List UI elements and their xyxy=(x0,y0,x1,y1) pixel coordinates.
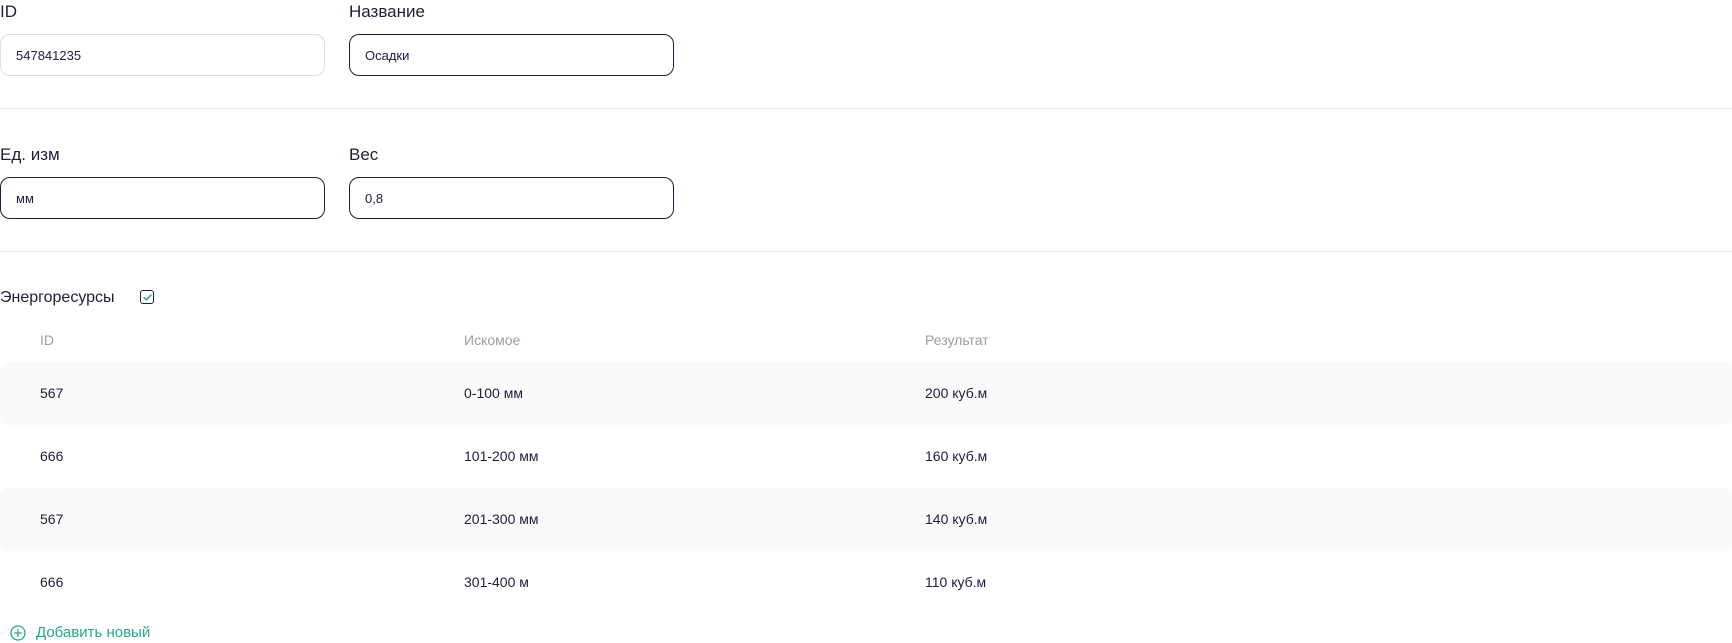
column-header-id: ID xyxy=(40,332,54,348)
add-new-button[interactable]: Добавить новый xyxy=(10,624,150,642)
energy-resources-table: ID Искомое Результат 567 0-100 мм 200 ку… xyxy=(0,320,1732,614)
checkbox-checked-icon xyxy=(142,293,152,301)
cell-id: 567 xyxy=(40,385,64,401)
cell-result: 140 куб.м xyxy=(925,511,988,527)
table-header: ID Искомое Результат xyxy=(0,320,1732,362)
energy-resources-checkbox[interactable] xyxy=(140,290,154,304)
id-field[interactable] xyxy=(0,34,325,76)
cell-query: 201-300 мм xyxy=(464,511,539,527)
cell-result: 200 куб.м xyxy=(925,385,988,401)
cell-id: 567 xyxy=(40,511,64,527)
cell-result: 110 куб.м xyxy=(925,574,987,590)
table-row[interactable]: 666 101-200 мм 160 куб.м xyxy=(0,425,1732,488)
name-field[interactable] xyxy=(349,34,674,76)
table-row[interactable]: 567 0-100 мм 200 куб.м xyxy=(0,362,1732,425)
divider-middle xyxy=(0,251,1732,252)
plus-circle-icon xyxy=(10,625,26,641)
unit-label: Ед. изм xyxy=(0,145,60,164)
column-header-result: Результат xyxy=(925,332,989,348)
cell-id: 666 xyxy=(40,574,64,590)
cell-query: 301-400 м xyxy=(464,574,529,590)
cell-query: 101-200 мм xyxy=(464,448,539,464)
weight-field[interactable] xyxy=(349,177,674,219)
cell-id: 666 xyxy=(40,448,64,464)
cell-query: 0-100 мм xyxy=(464,385,523,401)
name-label: Название xyxy=(349,2,425,21)
table-row[interactable]: 567 201-300 мм 140 куб.м xyxy=(0,488,1732,551)
weight-label: Вес xyxy=(349,145,379,164)
unit-field[interactable] xyxy=(0,177,325,219)
divider-top xyxy=(0,108,1732,109)
add-new-label: Добавить новый xyxy=(36,624,151,641)
id-label: ID xyxy=(0,2,17,21)
table-row[interactable]: 666 301-400 м 110 куб.м xyxy=(0,551,1732,614)
column-header-query: Искомое xyxy=(464,332,521,348)
section-title: Энергоресурсы xyxy=(0,289,115,306)
cell-result: 160 куб.м xyxy=(925,448,988,464)
